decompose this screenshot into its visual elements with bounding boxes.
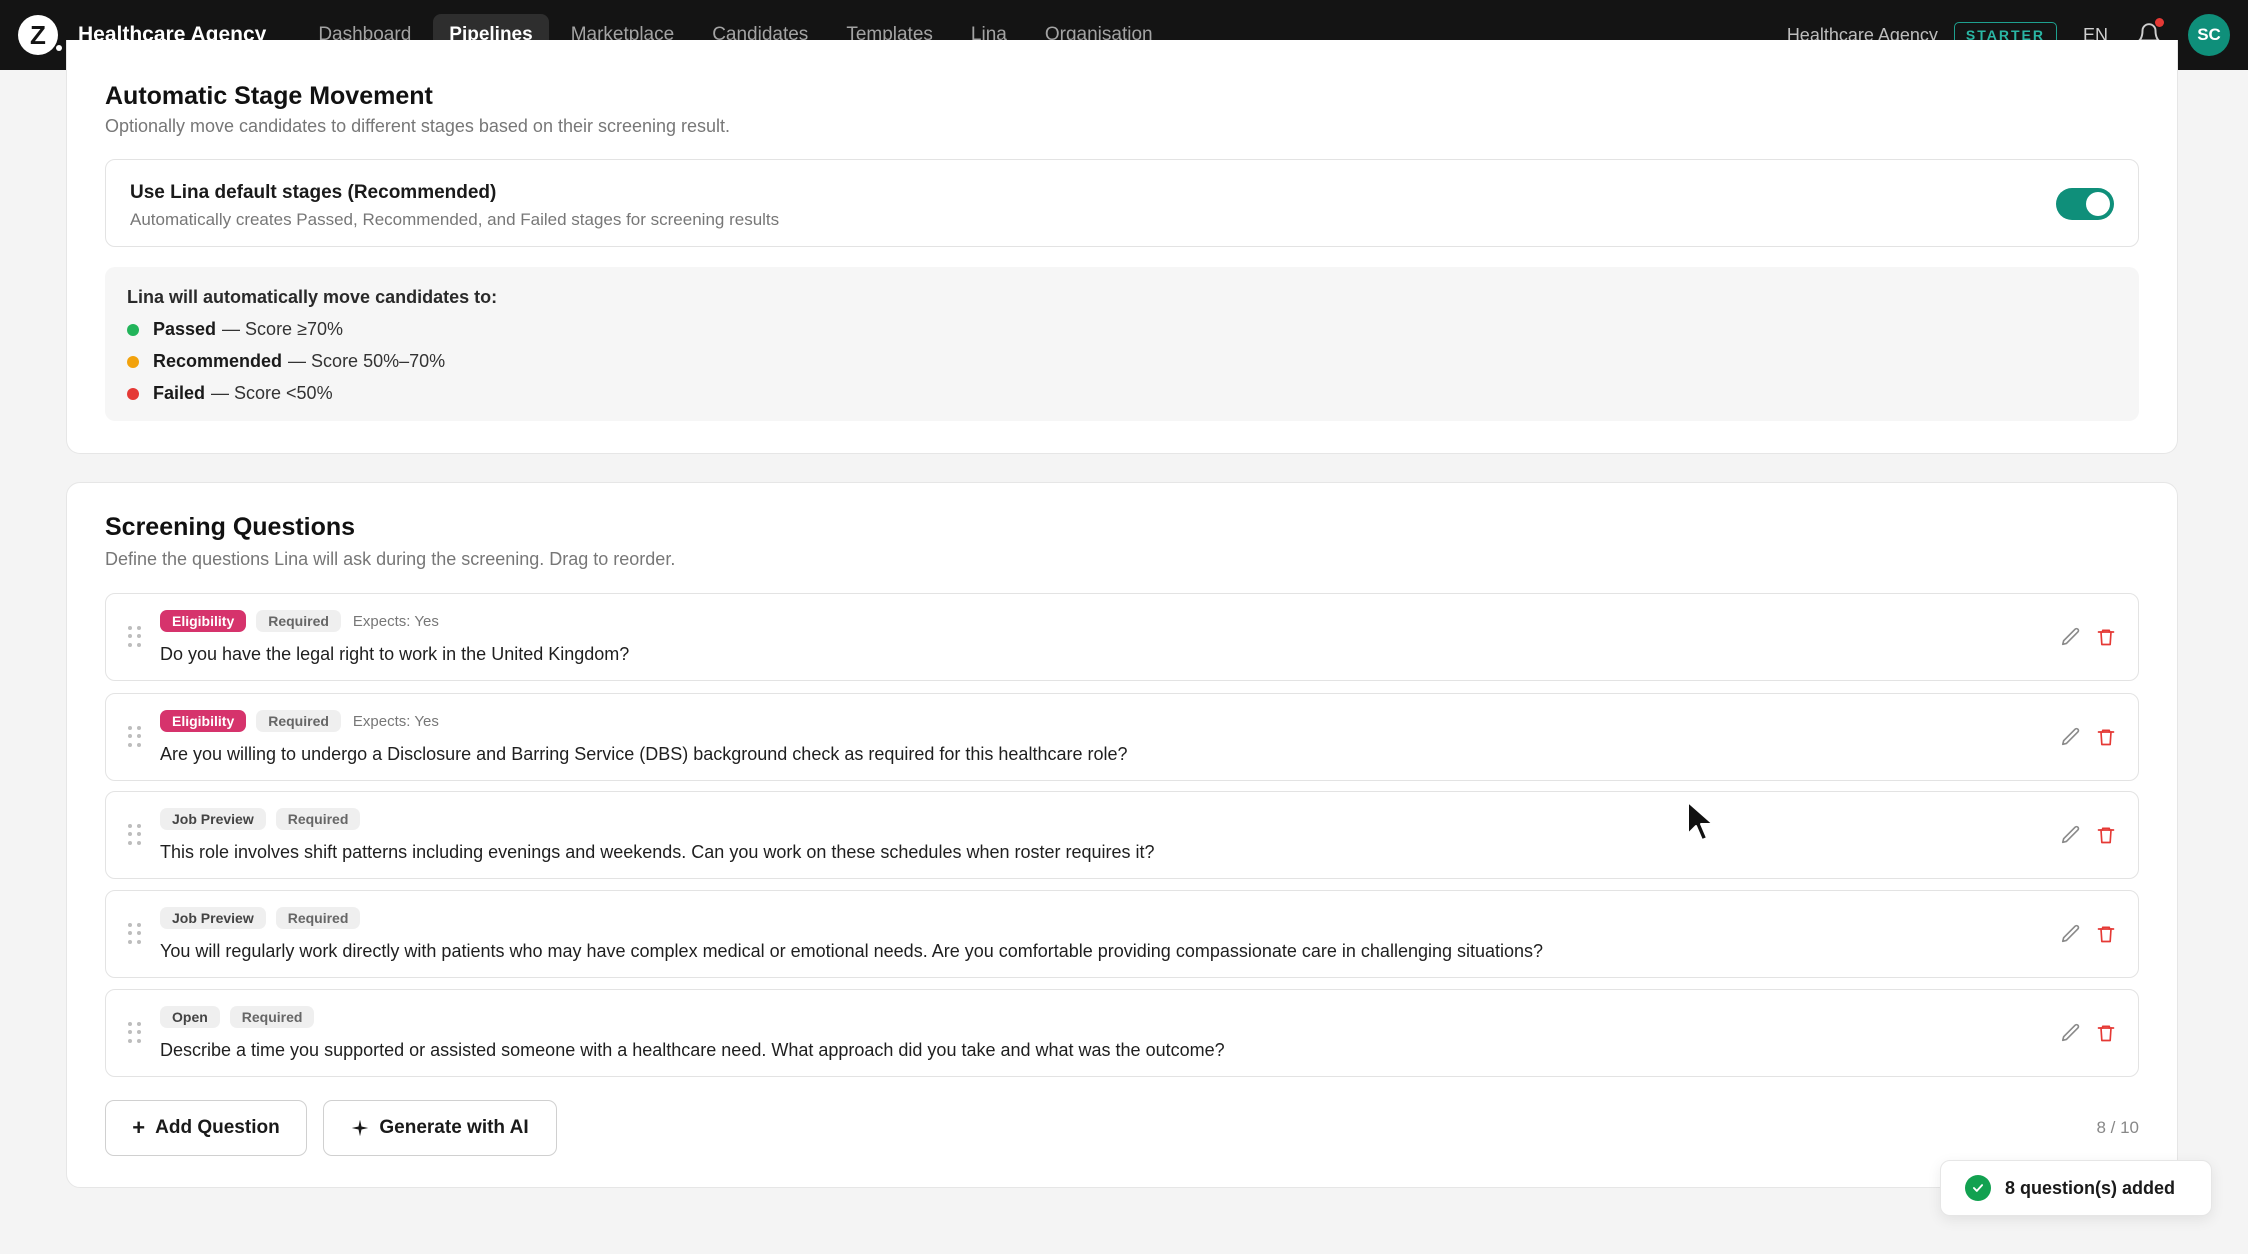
drag-handle-icon[interactable]: [128, 626, 142, 648]
question-text: Are you willing to undergo a Disclosure …: [160, 744, 1128, 764]
pencil-icon[interactable]: [2060, 626, 2082, 648]
trash-icon[interactable]: [2096, 1022, 2116, 1044]
required-badge: Required: [275, 907, 361, 929]
question-row[interactable]: Eligibility Required Expects: Yes Do you…: [105, 593, 2139, 681]
logo[interactable]: Z: [18, 15, 62, 55]
question-tags: Job Preview Required: [160, 907, 361, 929]
sparkle-icon: [352, 1119, 369, 1137]
status-dot-failed: [127, 387, 139, 400]
check-circle-icon: [1965, 1175, 1991, 1201]
pencil-icon[interactable]: [2060, 726, 2082, 748]
required-badge: Required: [256, 710, 341, 732]
toast-message: 8 question(s) added: [2005, 1177, 2176, 1198]
plus-icon: +: [132, 1115, 146, 1140]
pencil-icon[interactable]: [2060, 1022, 2082, 1044]
question-text: You will regularly work directly with pa…: [160, 941, 1544, 961]
stage-movement-card: Automatic Stage Movement Optionally move…: [66, 40, 2178, 454]
trash-icon[interactable]: [2096, 824, 2116, 846]
question-text: Do you have the legal right to work in t…: [160, 644, 630, 664]
mouse-cursor-icon: [1687, 801, 1714, 841]
required-badge: Required: [275, 808, 361, 830]
notification-dot: [2155, 18, 2164, 27]
category-badge: Job Preview: [160, 907, 266, 929]
generate-with-ai-label: Generate with AI: [379, 1117, 529, 1138]
success-toast: 8 question(s) added: [1940, 1160, 2212, 1216]
stage-rules-heading: Lina will automatically move candidates …: [127, 287, 498, 307]
pencil-icon[interactable]: [2060, 923, 2082, 945]
question-text: Describe a time you supported or assiste…: [160, 1040, 1225, 1060]
expected-answer: Expects: Yes: [352, 612, 439, 630]
required-badge: Required: [256, 610, 341, 632]
question-tags: Eligibility Required Expects: Yes: [160, 710, 439, 732]
logo-letter: Z: [30, 19, 46, 50]
question-row[interactable]: Job Preview Required You will regularly …: [105, 890, 2139, 978]
question-counter: 8 / 10: [2096, 1118, 2139, 1137]
category-badge: Job Preview: [160, 808, 266, 830]
add-question-label: Add Question: [155, 1117, 280, 1138]
toggle-knob: [2086, 192, 2110, 216]
screening-title: Screening Questions: [105, 513, 356, 541]
default-stages-toggle[interactable]: [2056, 188, 2114, 220]
drag-handle-icon[interactable]: [128, 726, 142, 748]
question-row[interactable]: Eligibility Required Expects: Yes Are yo…: [105, 693, 2139, 781]
default-stages-label: Use Lina default stages (Recommended): [130, 182, 497, 203]
category-badge: Eligibility: [160, 710, 247, 732]
add-question-button[interactable]: + Add Question: [105, 1100, 307, 1156]
question-text: This role involves shift patterns includ…: [160, 842, 1155, 862]
status-dot-passed: [127, 323, 139, 336]
rule-recommended: Recommended — Score 50%–70%: [127, 351, 445, 372]
question-tags: Eligibility Required Expects: Yes: [160, 610, 439, 632]
category-badge: Open: [160, 1006, 220, 1028]
pencil-icon[interactable]: [2060, 824, 2082, 846]
rule-score: — Score 50%–70%: [288, 351, 446, 371]
rule-stage: Failed: [153, 383, 206, 403]
drag-handle-icon[interactable]: [128, 824, 142, 846]
stage-movement-title: Automatic Stage Movement: [105, 82, 433, 110]
category-badge: Eligibility: [160, 610, 247, 632]
question-tags: Job Preview Required: [160, 808, 361, 830]
generate-with-ai-button[interactable]: Generate with AI: [323, 1100, 557, 1156]
rule-score: — Score <50%: [211, 383, 333, 403]
rule-failed: Failed — Score <50%: [127, 383, 333, 404]
screening-questions-card: Screening Questions Define the questions…: [66, 482, 2178, 1188]
screening-subtitle: Define the questions Lina will ask durin…: [105, 549, 676, 569]
trash-icon[interactable]: [2096, 626, 2116, 648]
default-stages-option: Use Lina default stages (Recommended) Au…: [105, 159, 2139, 247]
required-badge: Required: [229, 1006, 315, 1028]
trash-icon[interactable]: [2096, 726, 2116, 748]
rule-stage: Recommended: [153, 351, 283, 371]
drag-handle-icon[interactable]: [128, 1022, 142, 1044]
question-tags: Open Required: [160, 1006, 315, 1028]
status-dot-recommended: [127, 355, 139, 368]
drag-handle-icon[interactable]: [128, 923, 142, 945]
expected-answer: Expects: Yes: [352, 712, 439, 730]
stage-movement-subtitle: Optionally move candidates to different …: [105, 116, 731, 136]
rule-passed: Passed — Score ≥70%: [127, 319, 343, 340]
rule-score: — Score ≥70%: [222, 319, 343, 339]
trash-icon[interactable]: [2096, 923, 2116, 945]
question-row[interactable]: Open Required Describe a time you suppor…: [105, 989, 2139, 1077]
default-stages-description: Automatically creates Passed, Recommende…: [130, 210, 780, 229]
stage-rules-box: Lina will automatically move candidates …: [105, 267, 2139, 421]
avatar[interactable]: SC: [2188, 14, 2230, 56]
rule-stage: Passed: [153, 319, 217, 339]
question-row[interactable]: Job Preview Required This role involves …: [105, 791, 2139, 879]
